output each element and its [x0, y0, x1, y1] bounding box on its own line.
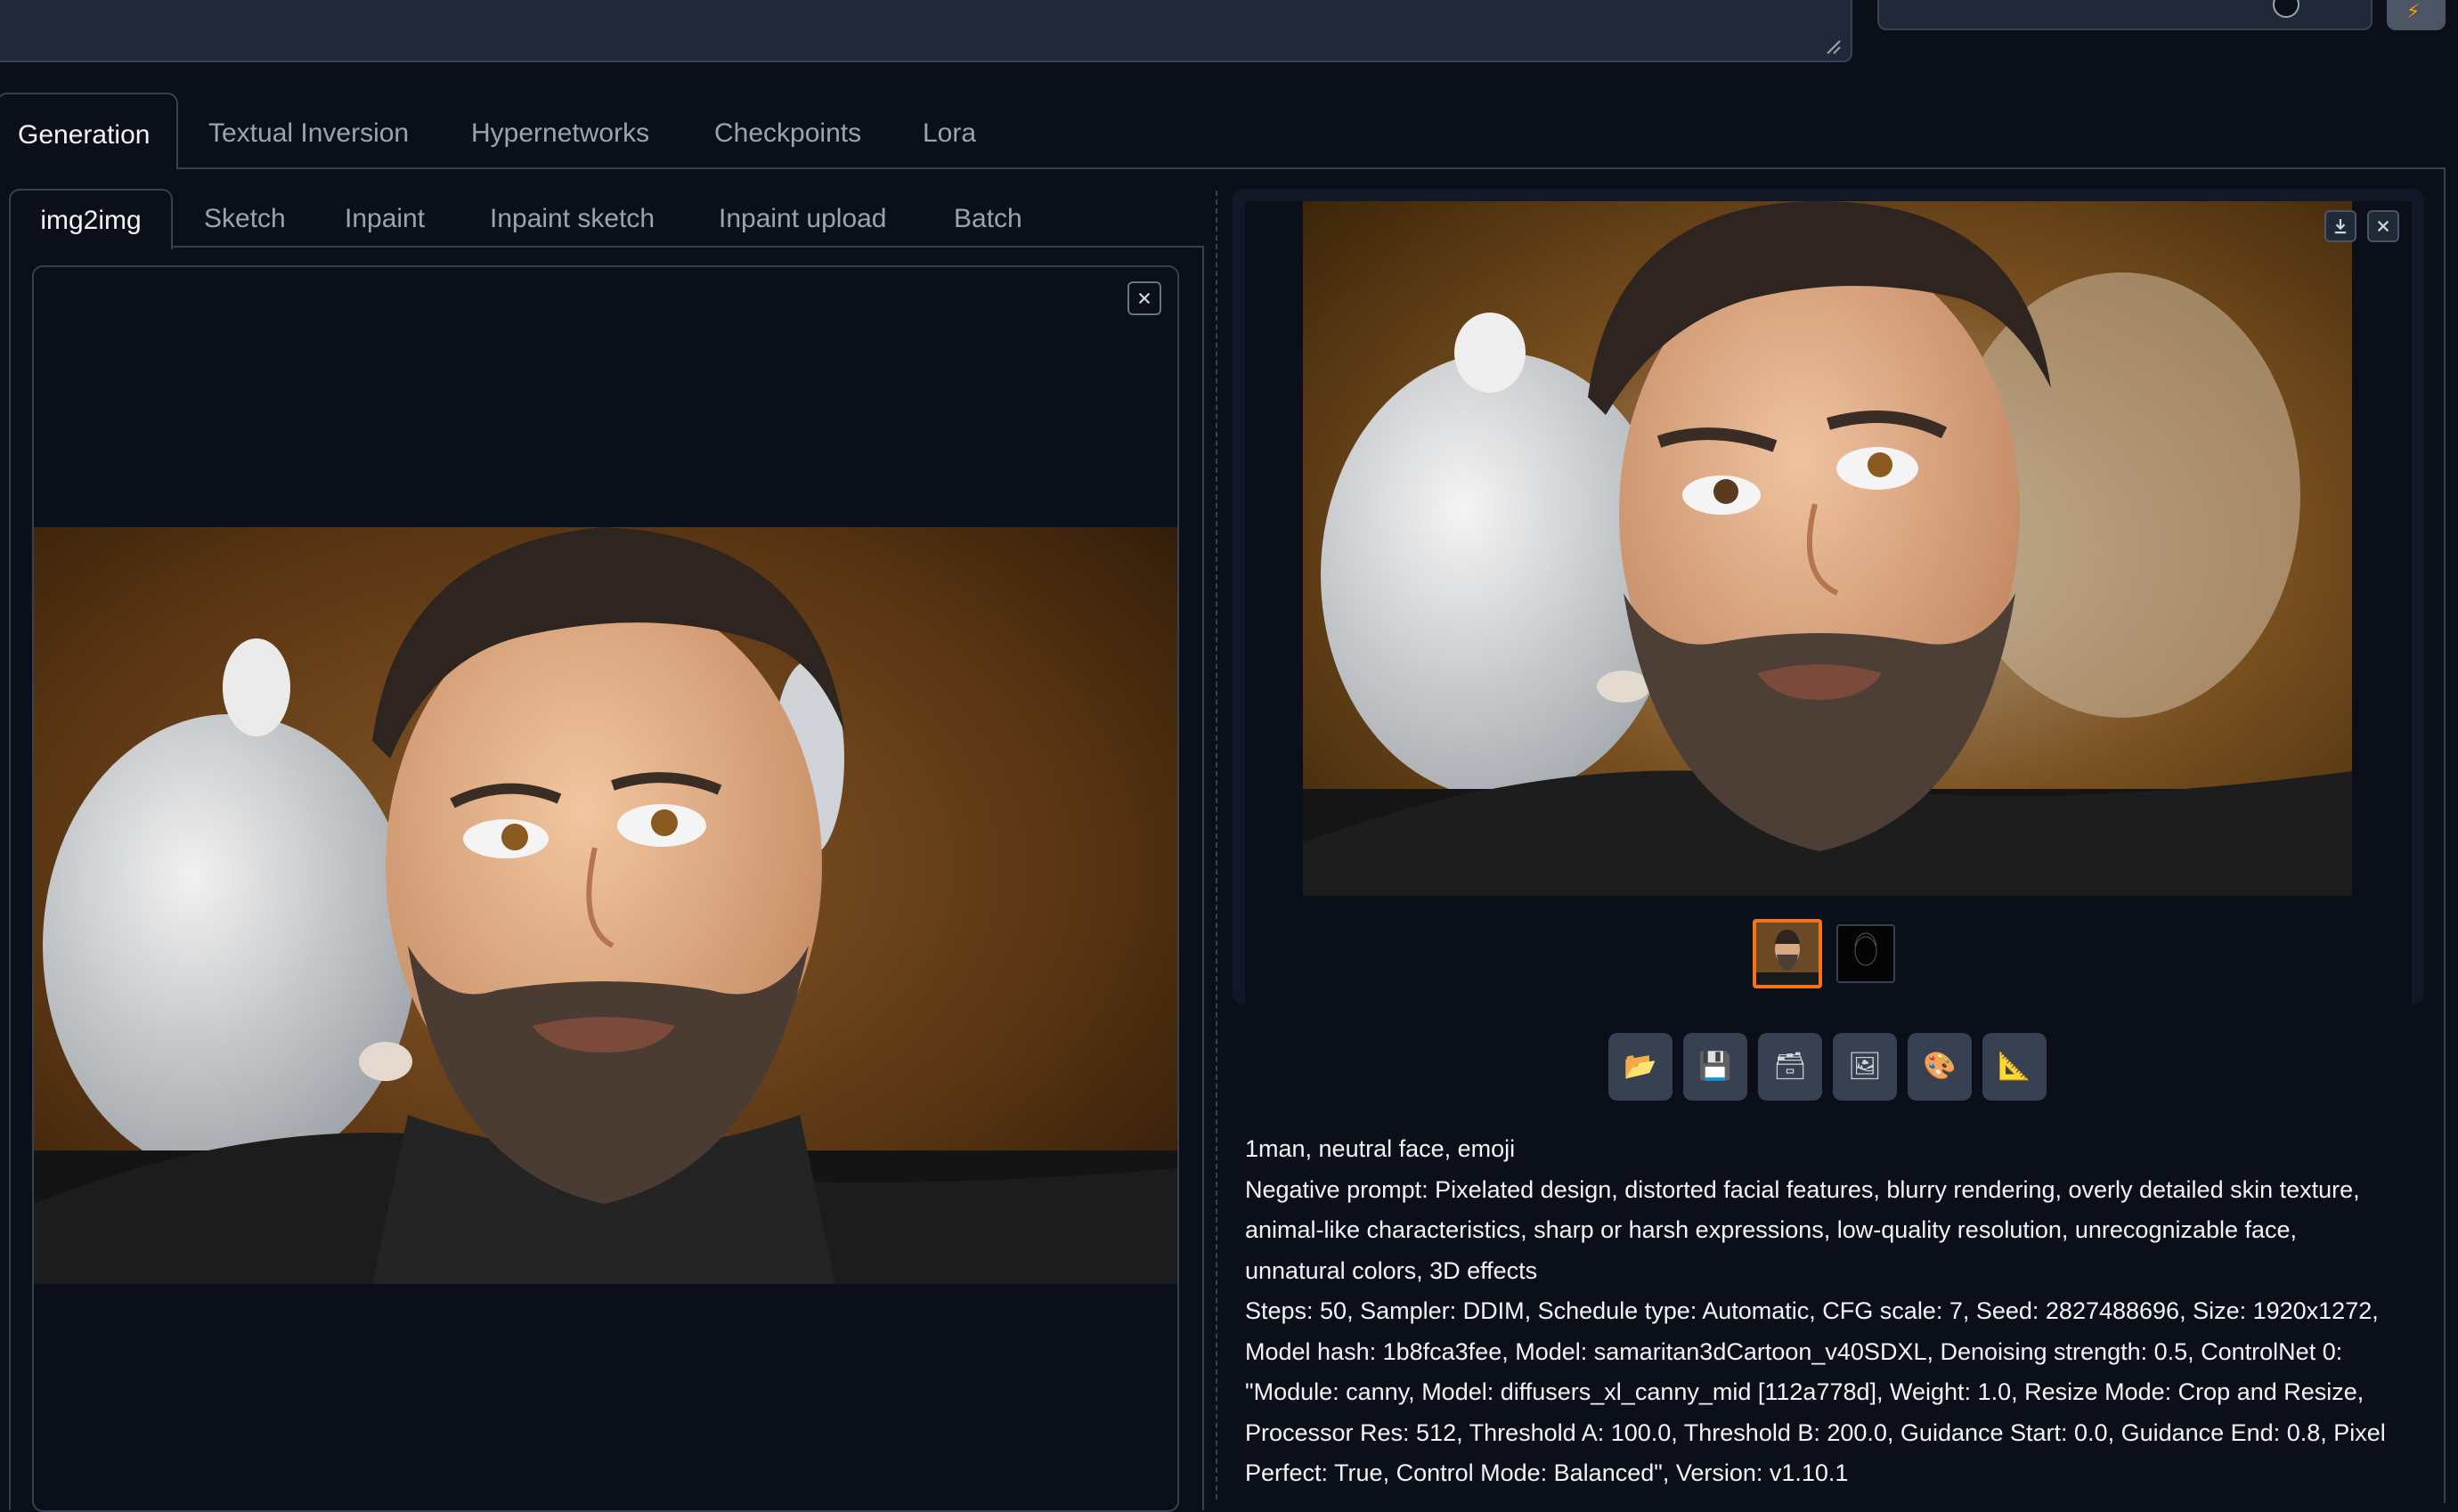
info-parameters: Steps: 50, Sampler: DDIM, Schedule type:…: [1245, 1297, 2386, 1486]
generation-info: 1man, neutral face, emoji Negative promp…: [1245, 1129, 2403, 1494]
tab-lora[interactable]: Lora: [923, 93, 976, 169]
thumbnail-image: [1838, 926, 1893, 981]
floppy-disk-icon: 💾: [1698, 1052, 1732, 1081]
download-icon[interactable]: [2324, 210, 2356, 242]
tab-hypernetworks[interactable]: Hypernetworks: [471, 93, 649, 169]
input-image: [34, 527, 1177, 1284]
thumbnail-image: [1756, 923, 1819, 985]
gallery-thumbnail[interactable]: [1753, 919, 1822, 988]
main-tab-bar: Generation Textual Inversion Hypernetwor…: [0, 93, 2449, 169]
tab-inpaint[interactable]: Inpaint: [345, 189, 425, 249]
send-to-extras-button[interactable]: 📐: [1982, 1033, 2047, 1101]
extra-networks-button[interactable]: ⚡: [2387, 0, 2446, 30]
panel-divider: [1216, 191, 1217, 1500]
output-image[interactable]: [1303, 201, 2352, 896]
open-folder-button[interactable]: 📂: [1608, 1033, 1673, 1101]
save-button[interactable]: 💾: [1683, 1033, 1747, 1101]
styles-dropdown[interactable]: [1877, 0, 2373, 30]
zip-button[interactable]: 🗃: [1758, 1033, 1822, 1101]
info-negative-prompt: Negative prompt: Pixelated design, disto…: [1245, 1175, 2360, 1284]
triangle-ruler-icon: 📐: [1998, 1052, 2031, 1081]
tab-img2img[interactable]: img2img: [9, 189, 173, 249]
gallery-thumbnail-canny[interactable]: [1836, 924, 1895, 983]
close-icon[interactable]: [1127, 281, 1161, 315]
tab-checkpoints[interactable]: Checkpoints: [714, 93, 861, 169]
close-icon[interactable]: [2367, 210, 2399, 242]
lightning-icon: ⚡: [2406, 0, 2421, 22]
send-to-img2img-button[interactable]: 🖼: [1833, 1033, 1897, 1101]
tab-inpaint-upload[interactable]: Inpaint upload: [719, 189, 887, 249]
prompt-textarea[interactable]: [0, 0, 1852, 62]
tab-inpaint-sketch[interactable]: Inpaint sketch: [490, 189, 655, 249]
archive-box-icon: 🗃: [1772, 1052, 1808, 1081]
resize-grip-icon[interactable]: [1826, 39, 1842, 55]
info-prompt: 1man, neutral face, emoji: [1245, 1135, 1516, 1162]
tab-textual-inversion[interactable]: Textual Inversion: [208, 93, 409, 169]
sub-tab-divider: [171, 246, 1204, 248]
clear-x-icon[interactable]: [2273, 0, 2299, 18]
palette-icon: 🎨: [1923, 1052, 1957, 1081]
tab-generation[interactable]: Generation: [0, 93, 178, 169]
folder-icon: 📂: [1624, 1052, 1657, 1081]
tab-sketch[interactable]: Sketch: [204, 189, 286, 249]
send-to-inpaint-button[interactable]: 🎨: [1908, 1033, 1972, 1101]
picture-icon: 🖼: [1847, 1052, 1883, 1081]
tab-batch[interactable]: Batch: [954, 189, 1022, 249]
